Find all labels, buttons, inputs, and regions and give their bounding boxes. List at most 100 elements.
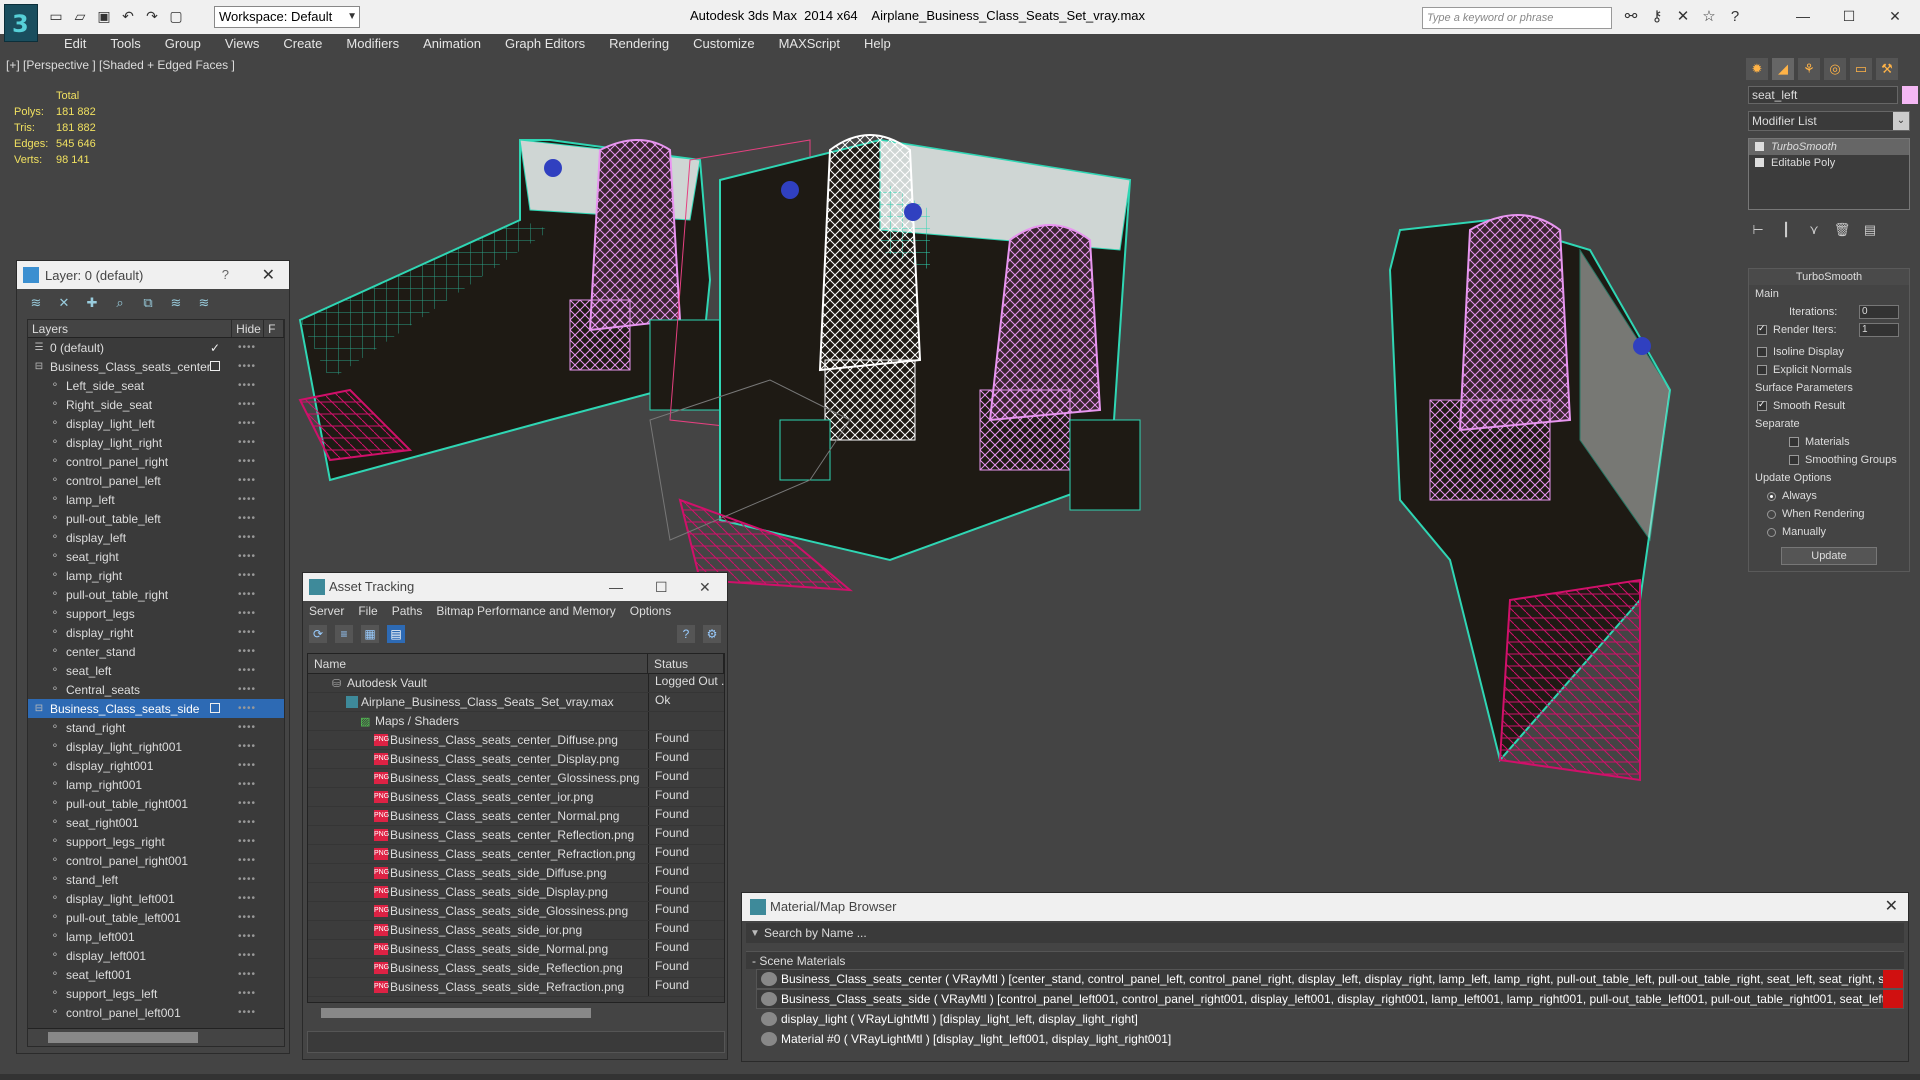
app-logo-icon[interactable]: 3 (4, 4, 38, 42)
asset-row[interactable]: PNG Business_Class_seats_side_Refraction.… (308, 978, 724, 997)
create-tab-icon[interactable]: ✹ (1746, 58, 1768, 80)
asset-window-titlebar[interactable]: Asset Tracking — ☐ ✕ (303, 573, 727, 601)
menu-edit[interactable]: Edit (52, 34, 98, 54)
asset-close-button[interactable]: ✕ (699, 573, 711, 601)
layer-row[interactable]: ☰ 0 (default) ✓ •••• (28, 338, 284, 357)
layer-row[interactable]: ⚬ Central_seats •••• (28, 680, 284, 699)
asset-tracking-window[interactable]: Asset Tracking — ☐ ✕ Server File Paths B… (302, 572, 728, 1060)
add-to-layer-icon[interactable]: ✚ (83, 295, 101, 311)
hide-toggle-icon[interactable]: •••• (238, 608, 256, 619)
close-material-browser-button[interactable]: ✕ (1885, 893, 1898, 921)
layer-active-box-icon[interactable] (210, 703, 220, 713)
material-search-input[interactable]: Search by Name ... (764, 926, 867, 940)
asset-menu-bitmap[interactable]: Bitmap Performance and Memory (436, 601, 615, 621)
redo-icon[interactable]: ↷ (142, 6, 162, 26)
object-color-swatch[interactable] (1902, 86, 1918, 104)
table-view-icon[interactable]: ▤ (387, 625, 405, 643)
col-layers[interactable]: Layers (28, 320, 233, 337)
modify-tab-icon[interactable]: ◢ (1772, 58, 1794, 80)
hide-toggle-icon[interactable]: •••• (238, 969, 256, 980)
maximize-button[interactable]: ☐ (1826, 4, 1872, 28)
object-name-field[interactable]: seat_left (1748, 86, 1898, 104)
hide-toggle-icon[interactable]: •••• (238, 342, 256, 353)
hide-toggle-icon[interactable]: •••• (238, 703, 256, 714)
layer-row[interactable]: ⚬ control_panel_left001 •••• (28, 1003, 284, 1022)
hide-all-icon[interactable]: ≋ (167, 295, 185, 311)
hide-toggle-icon[interactable]: •••• (238, 475, 256, 486)
create-layer-icon[interactable]: ≋ (27, 295, 45, 311)
hide-toggle-icon[interactable]: •••• (238, 532, 256, 543)
hide-toggle-icon[interactable]: •••• (238, 893, 256, 904)
hide-toggle-icon[interactable]: •••• (238, 817, 256, 828)
refresh-icon[interactable]: ⟳ (309, 625, 327, 643)
layer-row[interactable]: ⚬ pull-out_table_left •••• (28, 509, 284, 528)
motion-tab-icon[interactable]: ◎ (1824, 58, 1846, 80)
menu-tools[interactable]: Tools (98, 34, 152, 54)
stack-item-editable-poly[interactable]: Editable Poly (1749, 155, 1909, 171)
layer-row[interactable]: ⚬ support_legs_right •••• (28, 832, 284, 851)
asset-row[interactable]: Airplane_Business_Class_Seats_Set_vray.m… (308, 693, 724, 712)
hide-toggle-icon[interactable]: •••• (238, 988, 256, 999)
layer-row[interactable]: ⚬ stand_left •••• (28, 870, 284, 889)
options-arrow-icon[interactable]: ▼ (746, 928, 764, 939)
material-map-browser[interactable]: Material/Map Browser ✕ ▼ Search by Name … (741, 892, 1909, 1062)
layer-row[interactable]: ⚬ Right_side_seat •••• (28, 395, 284, 414)
asset-row[interactable]: PNG Business_Class_seats_center_Display.p… (308, 750, 724, 769)
layer-row[interactable]: ⚬ lamp_left001 •••• (28, 927, 284, 946)
hide-toggle-icon[interactable]: •••• (238, 741, 256, 752)
menu-views[interactable]: Views (213, 34, 271, 54)
hide-toggle-icon[interactable]: •••• (238, 722, 256, 733)
asset-help-icon[interactable]: ? (677, 625, 695, 643)
hide-toggle-icon[interactable]: •••• (238, 855, 256, 866)
stack-item-turbosmooth[interactable]: TurboSmooth (1749, 139, 1909, 155)
asset-row[interactable]: PNG Business_Class_seats_center_Glossines… (308, 769, 724, 788)
hide-toggle-icon[interactable]: •••• (238, 665, 256, 676)
render-iters-spinner[interactable]: 1 (1859, 323, 1899, 337)
asset-menu-file[interactable]: File (358, 601, 377, 621)
asset-scroll-thumb[interactable] (321, 1008, 591, 1018)
display-tab-icon[interactable]: ▭ (1850, 58, 1872, 80)
layer-row[interactable]: ⚬ lamp_right001 •••• (28, 775, 284, 794)
turbosmooth-rollout-header[interactable]: TurboSmooth (1749, 269, 1909, 285)
asset-maximize-button[interactable]: ☐ (655, 573, 668, 601)
left-seat-model[interactable] (298, 139, 721, 482)
layer-row[interactable]: ⚬ seat_left001 •••• (28, 965, 284, 984)
hide-toggle-icon[interactable]: •••• (238, 874, 256, 885)
hide-toggle-icon[interactable]: •••• (238, 836, 256, 847)
asset-row[interactable]: PNG Business_Class_seats_side_Diffuse.png… (308, 864, 724, 883)
asset-row[interactable]: PNG Business_Class_seats_side_Reflection.… (308, 959, 724, 978)
hide-toggle-icon[interactable]: •••• (238, 912, 256, 923)
select-in-layer-icon[interactable]: ⌕ (111, 295, 129, 311)
menu-maxscript[interactable]: MAXScript (767, 34, 852, 54)
smooth-result-checkbox[interactable] (1757, 399, 1767, 411)
material-row[interactable]: Material #0 ( VRayLightMtl ) [display_li… (756, 1029, 1904, 1049)
minimize-button[interactable]: — (1780, 4, 1826, 28)
hide-toggle-icon[interactable]: •••• (238, 418, 256, 429)
hide-toggle-icon[interactable]: •••• (238, 570, 256, 581)
thumbnail-view-icon[interactable]: ▦ (361, 625, 379, 643)
layer-row[interactable]: ⚬ control_panel_right •••• (28, 452, 284, 471)
layer-row[interactable]: ⚬ lamp_left •••• (28, 490, 284, 509)
help-button[interactable]: ? (222, 267, 229, 282)
asset-menu-options[interactable]: Options (630, 601, 671, 621)
hierarchy-tab-icon[interactable]: ⚘ (1798, 58, 1820, 80)
asset-row[interactable]: PNG Business_Class_seats_center_Diffuse.p… (308, 731, 724, 750)
hide-toggle-icon[interactable]: •••• (238, 589, 256, 600)
save-icon[interactable]: ▣ (94, 6, 114, 26)
layer-row[interactable]: ⚬ pull-out_table_right001 •••• (28, 794, 284, 813)
asset-minimize-button[interactable]: — (609, 573, 623, 601)
menu-help[interactable]: Help (852, 34, 903, 54)
menu-modifiers[interactable]: Modifiers (334, 34, 411, 54)
hide-toggle-icon[interactable]: •••• (238, 627, 256, 638)
hide-toggle-icon[interactable]: •••• (238, 798, 256, 809)
layer-row[interactable]: ⚬ pull-out_table_left001 •••• (28, 908, 284, 927)
menu-graph-editors[interactable]: Graph Editors (493, 34, 597, 54)
col-hide[interactable]: Hide (232, 320, 265, 337)
star-icon[interactable]: ☆ (1698, 7, 1720, 27)
viewport-label[interactable]: [+] [Perspective ] [Shaded + Edged Faces… (6, 58, 235, 72)
tools-icon[interactable]: ✕ (1672, 7, 1694, 27)
layer-row[interactable]: ⊟ Business_Class_seats_side •••• (28, 699, 284, 718)
menu-customize[interactable]: Customize (681, 34, 766, 54)
open-file-icon[interactable]: ▱ (70, 6, 90, 26)
hide-toggle-icon[interactable]: •••• (238, 437, 256, 448)
